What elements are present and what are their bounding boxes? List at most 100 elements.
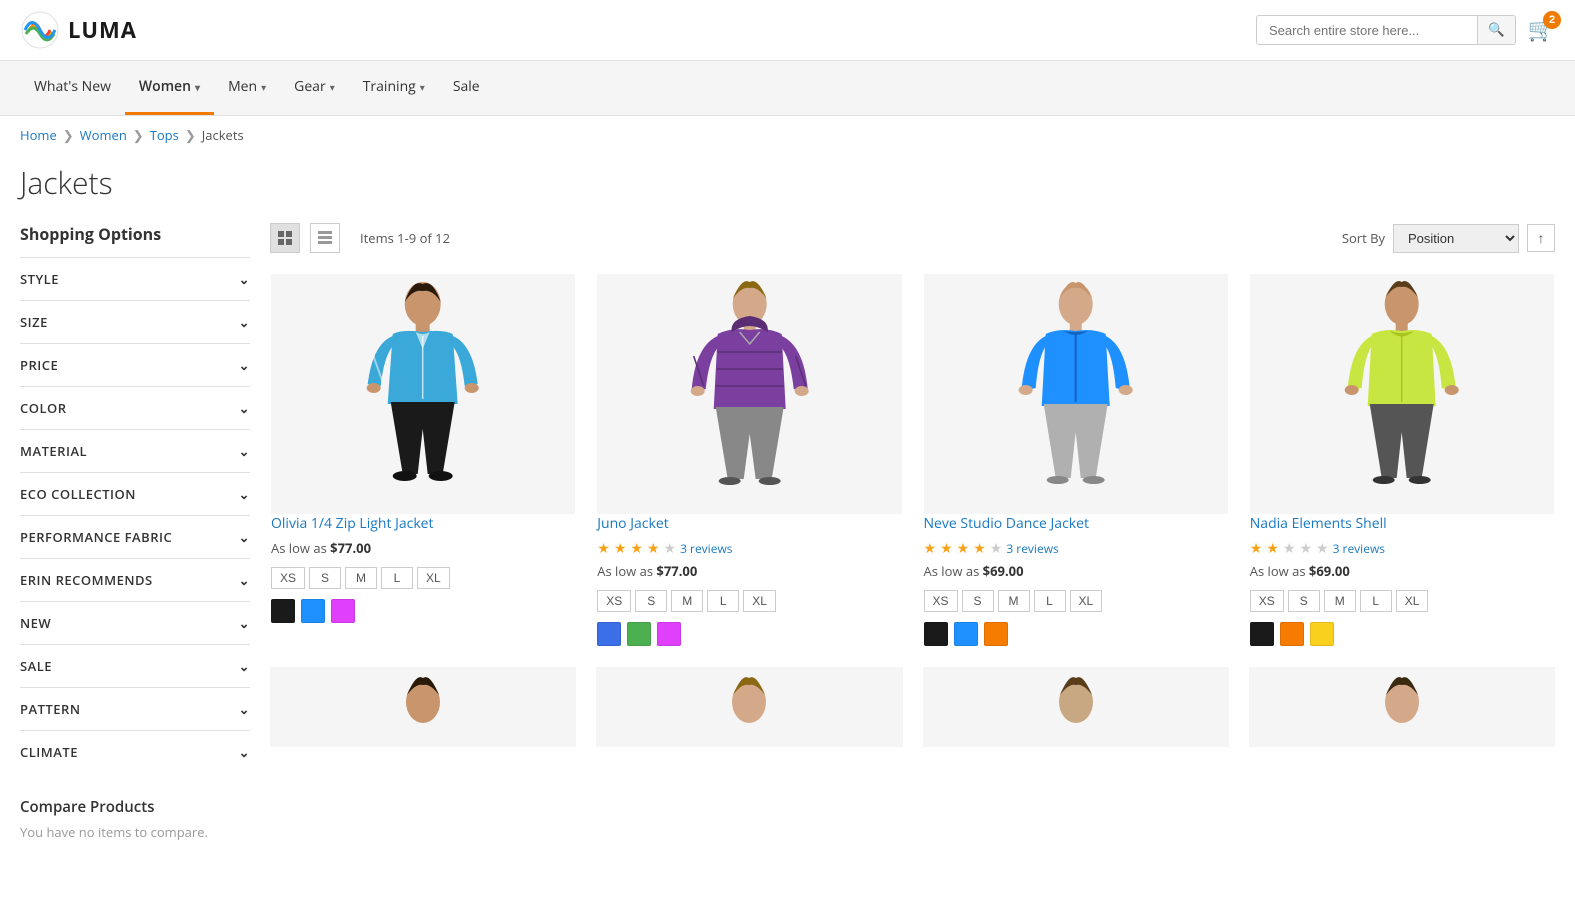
size-s[interactable]: S — [1288, 590, 1320, 612]
size-m[interactable]: M — [671, 590, 703, 612]
cart-button[interactable]: 🛒 2 — [1528, 17, 1555, 43]
chevron-down-icon: ⌄ — [239, 442, 250, 460]
color-swatch-blue[interactable] — [954, 622, 978, 646]
size-s[interactable]: S — [635, 590, 667, 612]
color-swatch-blue[interactable] — [301, 599, 325, 623]
color-swatch-blue[interactable] — [597, 622, 621, 646]
color-swatch-black[interactable] — [1250, 622, 1274, 646]
product-partial-silhouette — [709, 667, 789, 727]
filter-pattern: PATTERN ⌄ — [20, 687, 250, 730]
color-swatch-green[interactable] — [627, 622, 651, 646]
filter-performance-header[interactable]: PERFORMANCE FABRIC ⌄ — [20, 516, 250, 558]
color-swatch-black[interactable] — [271, 599, 295, 623]
filter-performance-label: PERFORMANCE FABRIC — [20, 528, 172, 546]
reviews-link[interactable]: 3 reviews — [1333, 540, 1385, 557]
list-view-button[interactable] — [310, 223, 340, 253]
product-link[interactable]: Neve Studio Dance Jacket — [924, 514, 1089, 533]
reviews-link[interactable]: 3 reviews — [680, 540, 732, 557]
toolbar-right: Sort By Position Product Name Price ↑ — [1342, 224, 1555, 253]
chevron-down-icon: ⌄ — [239, 356, 250, 374]
filter-size-label: SIZE — [20, 313, 48, 331]
size-xl[interactable]: XL — [743, 590, 776, 612]
size-l[interactable]: L — [1360, 590, 1392, 612]
chevron-down-icon: ▾ — [420, 80, 425, 94]
product-link[interactable]: Juno Jacket — [597, 514, 668, 533]
product-rating: ★ ★ ★ ★ ★ 3 reviews — [924, 539, 1228, 558]
logo[interactable]: LUMA — [20, 10, 137, 50]
size-s[interactable]: S — [962, 590, 994, 612]
search-input[interactable] — [1257, 17, 1477, 44]
list-icon — [318, 231, 332, 245]
breadcrumb-women[interactable]: Women — [80, 126, 127, 144]
filter-climate-header[interactable]: CLIMATE ⌄ — [20, 731, 250, 773]
content: Shopping Options STYLE ⌄ SIZE ⌄ PRICE ⌄ … — [0, 223, 1575, 841]
reviews-link[interactable]: 3 reviews — [1006, 540, 1058, 557]
compare-title: Compare Products — [20, 797, 250, 817]
filter-climate: CLIMATE ⌄ — [20, 730, 250, 773]
size-xs[interactable]: XS — [1250, 590, 1284, 612]
nav-link-gear[interactable]: Gear ▾ — [280, 61, 349, 112]
breadcrumb-home[interactable]: Home — [20, 126, 57, 144]
color-swatch-yellow[interactable] — [1310, 622, 1334, 646]
size-l[interactable]: L — [1034, 590, 1066, 612]
color-swatch-orange[interactable] — [984, 622, 1008, 646]
product-silhouette — [954, 274, 1197, 514]
filter-erin-header[interactable]: ERIN RECOMMENDS ⌄ — [20, 559, 250, 601]
header: LUMA 🔍 🛒 2 — [0, 0, 1575, 61]
product-price: As low as $77.00 — [271, 539, 575, 557]
size-m[interactable]: M — [1324, 590, 1356, 612]
color-options — [597, 622, 901, 646]
compare-text: You have no items to compare. — [20, 823, 250, 841]
size-s[interactable]: S — [309, 567, 341, 589]
filter-style-header[interactable]: STYLE ⌄ — [20, 258, 250, 300]
product-price: As low as $69.00 — [924, 562, 1228, 580]
grid-view-button[interactable] — [270, 223, 300, 253]
filter-color-header[interactable]: COLOR ⌄ — [20, 387, 250, 429]
size-options: XS S M L XL — [1250, 590, 1554, 612]
product-link[interactable]: Nadia Elements Shell — [1250, 514, 1387, 533]
size-l[interactable]: L — [381, 567, 413, 589]
size-xl[interactable]: XL — [1070, 590, 1103, 612]
filter-price-label: PRICE — [20, 356, 58, 374]
breadcrumb-tops[interactable]: Tops — [150, 126, 179, 144]
star-2: ★ — [614, 539, 627, 558]
product-card-partial — [596, 667, 902, 747]
filter-sale-header[interactable]: SALE ⌄ — [20, 645, 250, 687]
filter-price-header[interactable]: PRICE ⌄ — [20, 344, 250, 386]
product-silhouette — [301, 274, 544, 514]
color-swatch-pink[interactable] — [657, 622, 681, 646]
nav-link-men[interactable]: Men ▾ — [214, 61, 280, 112]
filter-pattern-header[interactable]: PATTERN ⌄ — [20, 688, 250, 730]
color-swatch-purple[interactable] — [331, 599, 355, 623]
size-options: XS S M L XL — [271, 567, 575, 589]
nav-link-sale[interactable]: Sale — [439, 61, 494, 112]
size-l[interactable]: L — [707, 590, 739, 612]
logo-icon — [20, 10, 60, 50]
product-image — [597, 274, 901, 514]
sort-select[interactable]: Position Product Name Price — [1393, 224, 1519, 253]
filter-new: NEW ⌄ — [20, 601, 250, 644]
size-xs[interactable]: XS — [924, 590, 958, 612]
star-4: ★ — [973, 539, 986, 558]
sort-direction-button[interactable]: ↑ — [1527, 224, 1555, 252]
size-xl[interactable]: XL — [1396, 590, 1429, 612]
filter-eco-header[interactable]: ECO COLLECTION ⌄ — [20, 473, 250, 515]
nav-link-whats-new[interactable]: What's New — [20, 61, 125, 112]
size-m[interactable]: M — [345, 567, 377, 589]
size-xl[interactable]: XL — [417, 567, 450, 589]
filter-material-header[interactable]: MATERIAL ⌄ — [20, 430, 250, 472]
product-link[interactable]: Olivia 1/4 Zip Light Jacket — [271, 514, 434, 533]
search-button[interactable]: 🔍 — [1477, 16, 1515, 44]
size-m[interactable]: M — [998, 590, 1030, 612]
size-xs[interactable]: XS — [271, 567, 305, 589]
filter-size-header[interactable]: SIZE ⌄ — [20, 301, 250, 343]
filter-erin: ERIN RECOMMENDS ⌄ — [20, 558, 250, 601]
size-xs[interactable]: XS — [597, 590, 631, 612]
star-4: ★ — [647, 539, 660, 558]
nav-link-women[interactable]: Women ▾ — [125, 61, 214, 115]
nav-link-training[interactable]: Training ▾ — [349, 61, 439, 112]
filter-new-header[interactable]: NEW ⌄ — [20, 602, 250, 644]
star-1: ★ — [1250, 539, 1263, 558]
color-swatch-orange[interactable] — [1280, 622, 1304, 646]
color-swatch-black[interactable] — [924, 622, 948, 646]
